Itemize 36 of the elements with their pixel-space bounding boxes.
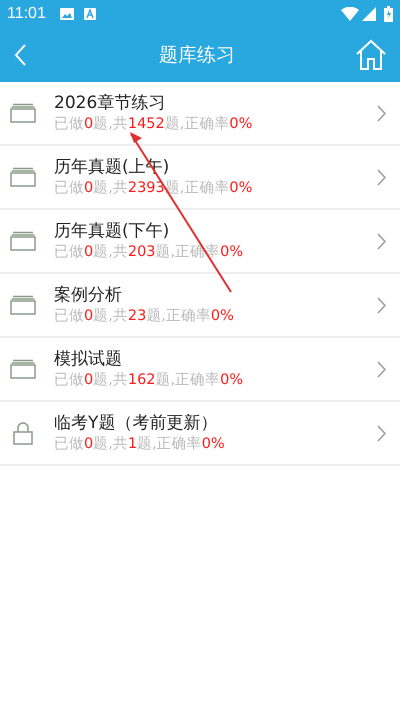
item-stats: 已做0题,共1452题,正确率0% (54, 114, 254, 134)
image-icon (60, 8, 74, 20)
page-title: 题库练习 (159, 42, 235, 68)
list-item[interactable]: 2026章节练习 已做0题,共1452题,正确率0% (0, 82, 400, 146)
item-stats: 已做0题,共2393题,正确率0% (54, 178, 254, 198)
chevron-icon (377, 424, 386, 442)
chevron-icon (377, 232, 386, 250)
item-title: 案例分析 (54, 284, 123, 306)
battery-icon (384, 6, 393, 22)
list-item[interactable]: 模拟试题 已做0题,共162题,正确率0% (0, 338, 400, 402)
folder-icon (10, 103, 36, 123)
folder-icon (10, 167, 36, 187)
item-title: 2026章节练习 (54, 92, 166, 114)
home-button[interactable] (356, 39, 386, 71)
item-stats: 已做0题,共1题,正确率0% (54, 434, 226, 454)
home-icon (356, 39, 386, 71)
chevron-icon (377, 168, 386, 186)
item-title: 临考Y题（考前更新） (54, 412, 218, 434)
folder-icon (10, 359, 36, 379)
chevron-icon (377, 104, 386, 122)
text-icon (84, 8, 96, 20)
lock-icon (12, 421, 34, 445)
item-stats: 已做0题,共23题,正确率0% (54, 306, 235, 326)
chevron-icon (377, 296, 386, 314)
item-title: 模拟试题 (54, 348, 123, 370)
item-title: 历年真题(下午) (54, 220, 170, 242)
status-time: 11:01 (7, 4, 46, 24)
wifi-icon (341, 7, 359, 21)
signal-icon (362, 7, 376, 21)
list-item[interactable]: 案例分析 已做0题,共23题,正确率0% (0, 274, 400, 338)
list-item[interactable]: 临考Y题（考前更新） 已做0题,共1题,正确率0% (0, 402, 400, 466)
folder-icon (10, 231, 36, 251)
back-icon (14, 44, 26, 66)
folder-icon (10, 295, 36, 315)
item-stats: 已做0题,共162题,正确率0% (54, 370, 244, 390)
chevron-icon (377, 360, 386, 378)
